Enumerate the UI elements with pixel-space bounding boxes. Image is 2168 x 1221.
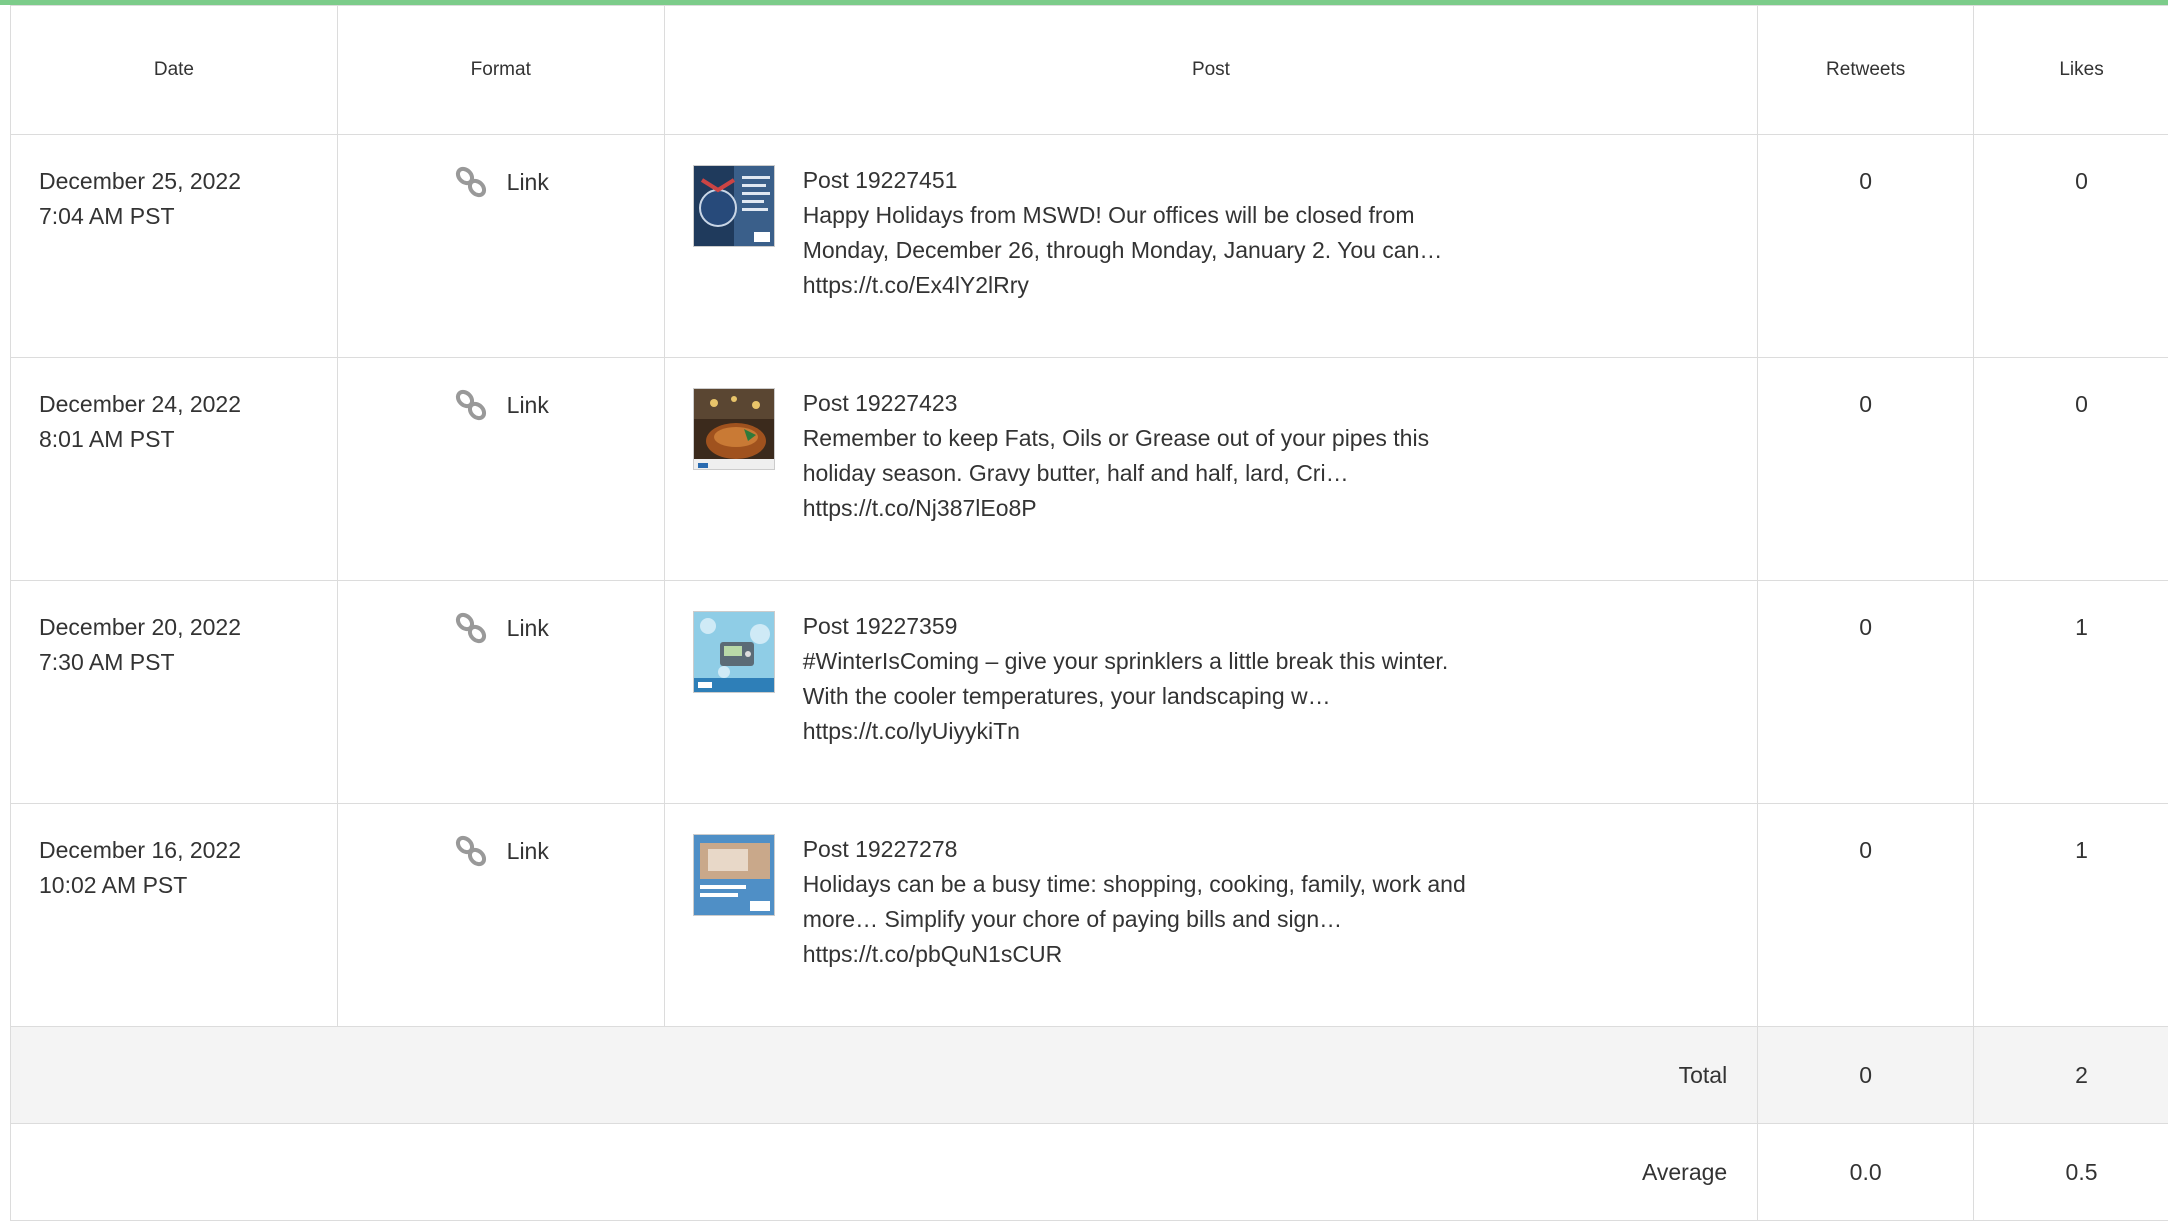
format-cell: Link [337, 358, 664, 581]
average-row: Average 0.0 0.5 [11, 1124, 2168, 1221]
header-post[interactable]: Post [664, 6, 1758, 135]
post-body-line: #WinterIsComing – give your sprinklers a… [803, 644, 1503, 679]
post-body-line: Monday, December 26, through Monday, Jan… [803, 233, 1503, 268]
link-icon [453, 833, 489, 869]
retweets-cell: 0 [1758, 358, 1974, 581]
likes-cell: 1 [1974, 804, 2168, 1027]
post-date: December 24, 2022 [39, 387, 337, 422]
post-time: 7:30 AM PST [39, 645, 337, 680]
post-url[interactable]: https://t.co/lyUiyykiTn [803, 714, 1503, 749]
post-cell: Post 19227278 Holidays can be a busy tim… [664, 804, 1758, 1027]
post-cell: Post 19227423 Remember to keep Fats, Oil… [664, 358, 1758, 581]
format-label: Link [507, 388, 549, 423]
date-cell: December 20, 2022 7:30 AM PST [11, 581, 338, 804]
post-title[interactable]: Post 19227359 [803, 609, 1503, 644]
post-time: 8:01 AM PST [39, 422, 337, 457]
post-cell: Post 19227359 #WinterIsComing – give you… [664, 581, 1758, 804]
post-body-line: Remember to keep Fats, Oils or Grease ou… [803, 421, 1503, 456]
format-label: Link [507, 611, 549, 646]
post-date: December 16, 2022 [39, 833, 337, 868]
post-thumbnail[interactable] [693, 165, 775, 247]
post-cell: Post 19227451 Happy Holidays from MSWD! … [664, 135, 1758, 358]
total-retweets: 0 [1758, 1027, 1974, 1124]
retweets-cell: 0 [1758, 135, 1974, 358]
format-label: Link [507, 165, 549, 200]
post-title[interactable]: Post 19227451 [803, 163, 1503, 198]
post-body-line: holiday season. Gravy butter, half and h… [803, 456, 1503, 491]
format-cell: Link [337, 804, 664, 1027]
header-row: Date Format Post Retweets Likes [11, 6, 2168, 135]
total-likes: 2 [1974, 1027, 2168, 1124]
post-thumbnail[interactable] [693, 834, 775, 916]
average-retweets: 0.0 [1758, 1124, 1974, 1221]
total-row: Total 0 2 [11, 1027, 2168, 1124]
date-cell: December 16, 2022 10:02 AM PST [11, 804, 338, 1027]
date-cell: December 24, 2022 8:01 AM PST [11, 358, 338, 581]
post-time: 7:04 AM PST [39, 199, 337, 234]
likes-cell: 1 [1974, 581, 2168, 804]
post-url[interactable]: https://t.co/Nj387lEo8P [803, 491, 1503, 526]
post-time: 10:02 AM PST [39, 868, 337, 903]
link-icon [453, 610, 489, 646]
likes-cell: 0 [1974, 358, 2168, 581]
post-body-line: Happy Holidays from MSWD! Our offices wi… [803, 198, 1503, 233]
table-row: December 16, 2022 10:02 AM PST Link [11, 804, 2168, 1027]
post-url[interactable]: https://t.co/pbQuN1sCUR [803, 937, 1503, 972]
header-format[interactable]: Format [337, 6, 664, 135]
post-date: December 20, 2022 [39, 610, 337, 645]
date-cell: December 25, 2022 7:04 AM PST [11, 135, 338, 358]
post-body-line: more… Simplify your chore of paying bill… [803, 902, 1503, 937]
format-label: Link [507, 834, 549, 869]
retweets-cell: 0 [1758, 804, 1974, 1027]
post-body-line: With the cooler temperatures, your lands… [803, 679, 1503, 714]
post-thumbnail[interactable] [693, 388, 775, 470]
header-retweets[interactable]: Retweets [1758, 6, 1974, 135]
post-title[interactable]: Post 19227423 [803, 386, 1503, 421]
posts-table: Date Format Post Retweets Likes December… [10, 5, 2168, 1221]
post-title[interactable]: Post 19227278 [803, 832, 1503, 867]
likes-cell: 0 [1974, 135, 2168, 358]
post-thumbnail[interactable] [693, 611, 775, 693]
header-date[interactable]: Date [11, 6, 338, 135]
table-row: December 25, 2022 7:04 AM PST Link [11, 135, 2168, 358]
link-icon [453, 387, 489, 423]
post-body-line: Holidays can be a busy time: shopping, c… [803, 867, 1503, 902]
average-likes: 0.5 [1974, 1124, 2168, 1221]
format-cell: Link [337, 135, 664, 358]
post-url[interactable]: https://t.co/Ex4lY2lRry [803, 268, 1503, 303]
retweets-cell: 0 [1758, 581, 1974, 804]
post-date: December 25, 2022 [39, 164, 337, 199]
format-cell: Link [337, 581, 664, 804]
table-row: December 20, 2022 7:30 AM PST Link [11, 581, 2168, 804]
header-likes[interactable]: Likes [1974, 6, 2168, 135]
total-label: Total [11, 1027, 1758, 1124]
average-label: Average [11, 1124, 1758, 1221]
table-row: December 24, 2022 8:01 AM PST Link [11, 358, 2168, 581]
link-icon [453, 164, 489, 200]
